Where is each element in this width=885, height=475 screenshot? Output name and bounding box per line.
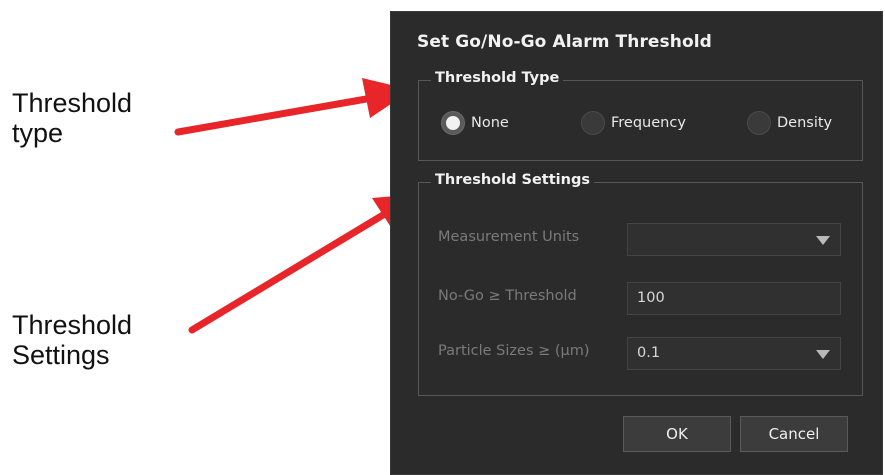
radio-frequency-circle[interactable] [581,111,605,135]
radio-none-label[interactable]: None [471,115,509,131]
ok-button[interactable]: OK [623,416,731,452]
chevron-down-icon[interactable] [816,236,830,245]
radio-density-label[interactable]: Density [777,115,832,131]
radio-frequency[interactable]: Frequency [581,111,686,135]
radio-none[interactable]: None [441,111,509,135]
alarm-threshold-dialog: Set Go/No-Go Alarm Threshold Threshold T… [390,11,883,475]
no-go-threshold-value: 100 [637,290,665,306]
threshold-settings-group: Threshold Settings Measurement Units No-… [418,172,863,396]
no-go-threshold-input[interactable]: 100 [627,282,841,315]
annotation-threshold-type: Threshold type [12,88,132,148]
particle-sizes-value: 0.1 [637,345,661,361]
annotation-threshold-type-line2: type [12,118,64,148]
dialog-title: Set Go/No-Go Alarm Threshold [417,32,712,52]
annotation-threshold-settings: Threshold Settings [12,310,132,370]
radio-frequency-label[interactable]: Frequency [611,115,686,131]
threshold-settings-legend: Threshold Settings [431,172,594,188]
measurement-units-select[interactable] [627,223,841,256]
arrow-to-threshold-settings [188,208,392,334]
annotation-threshold-type-line1: Threshold [12,88,133,118]
no-go-threshold-label: No-Go ≥ Threshold [438,288,577,304]
particle-sizes-label: Particle Sizes ≥ (µm) [438,343,590,359]
radio-density[interactable]: Density [747,111,832,135]
threshold-type-group: Threshold Type None Frequency Density [418,70,863,161]
particle-sizes-select[interactable]: 0.1 [627,337,841,370]
annotation-threshold-settings-line2: Settings [12,340,110,370]
radio-none-circle[interactable] [441,111,465,135]
chevron-down-icon[interactable] [816,350,830,359]
cancel-button[interactable]: Cancel [740,416,848,452]
measurement-units-label: Measurement Units [438,229,580,245]
radio-density-circle[interactable] [747,111,771,135]
threshold-type-legend: Threshold Type [431,70,564,86]
radio-selected-dot [446,116,460,130]
annotation-threshold-settings-line1: Threshold [12,310,133,340]
arrow-to-threshold-type [174,94,376,136]
page: Threshold type Threshold Settings Set Go… [0,0,885,475]
